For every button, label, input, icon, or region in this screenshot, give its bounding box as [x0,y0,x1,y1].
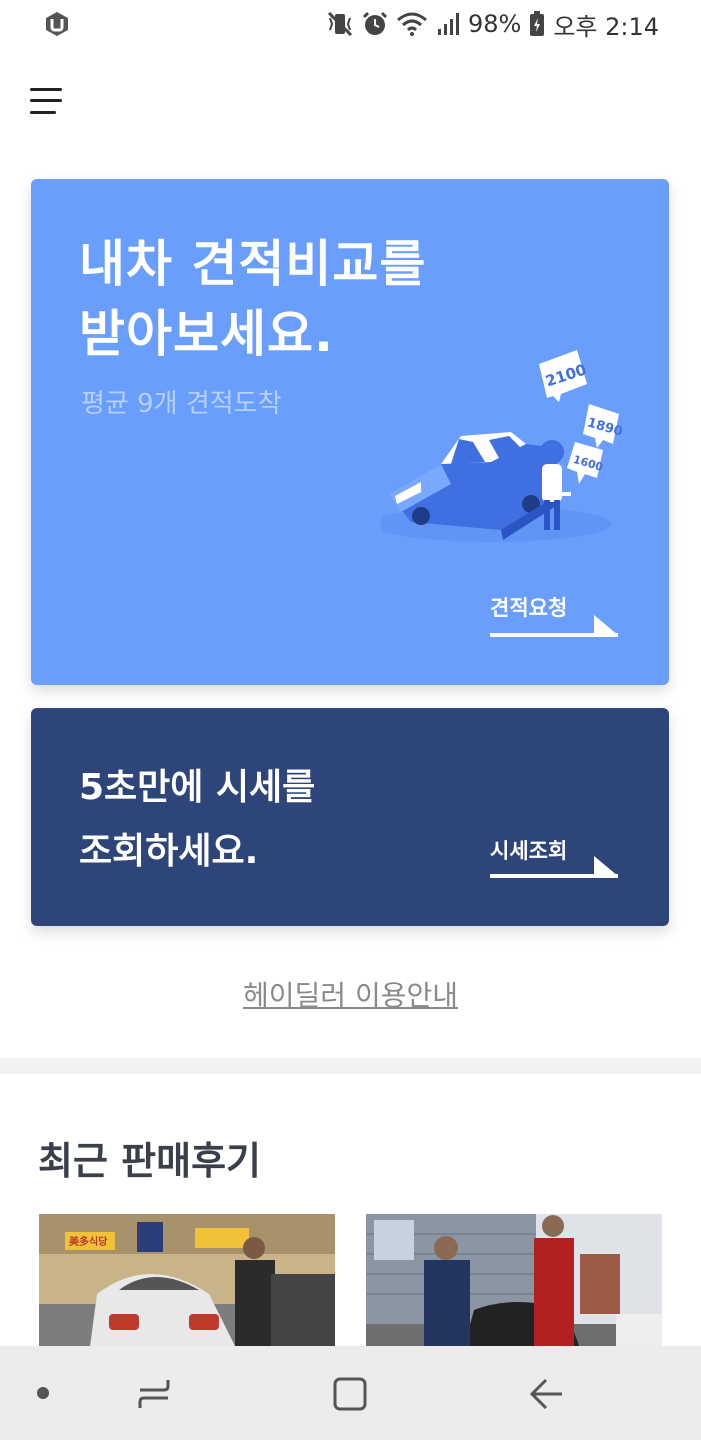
arrow-right-icon [490,856,618,878]
hamburger-menu-icon[interactable] [30,86,64,116]
price-bubble-1890: 1890 [583,404,624,448]
review-photo-image: 美多식당 [39,1214,335,1354]
section-divider [0,1058,701,1074]
estimate-card-subtitle: 평균 9개 견적도착 [81,389,282,419]
price-card-title: 5초만에 시세를 조회하세요. [79,767,316,872]
alarm-icon [362,11,388,35]
svg-text:美多식당: 美多식당 [69,1235,108,1248]
home-icon[interactable] [332,1376,368,1412]
price-check-card[interactable]: 5초만에 시세를 조회하세요. 시세조회 [31,708,669,926]
estimate-request-card[interactable]: 내차 견적비교를 받아보세요. 평균 9개 견적도착 2100 1890 160… [31,179,669,685]
recent-apps-icon[interactable] [136,1376,172,1412]
review-photo-image [366,1214,662,1354]
app-notification-icon [46,12,68,36]
battery-charging-icon [530,11,545,36]
review-photo[interactable] [366,1214,662,1354]
battery-percent: 98% [467,10,522,38]
vibrate-mute-icon [327,11,353,37]
wifi-icon [396,12,427,36]
status-time: 오후 2:14 [553,12,659,41]
price-bubble-2100: 2100 [539,350,589,402]
price-bubble-1600: 1600 [567,442,605,484]
system-nav-bar [0,1346,701,1440]
estimate-card-title: 내차 견적비교를 받아보세요. [79,235,427,363]
status-icons: 98% 오후 2:14 [326,6,659,42]
usage-guide-link[interactable]: 헤이딜러 이용안내 [0,974,701,1014]
car-dealer-illustration: 2100 1890 1600 [381,350,624,542]
arrow-right-icon [490,615,618,637]
dot-icon[interactable] [36,1386,50,1400]
signal-icon [437,13,459,35]
review-photo[interactable]: 美多식당 [39,1214,335,1354]
back-icon[interactable] [528,1376,564,1412]
recent-reviews-title: 최근 판매후기 [38,1139,261,1183]
status-bar: 98% 오후 2:14 [0,0,701,48]
